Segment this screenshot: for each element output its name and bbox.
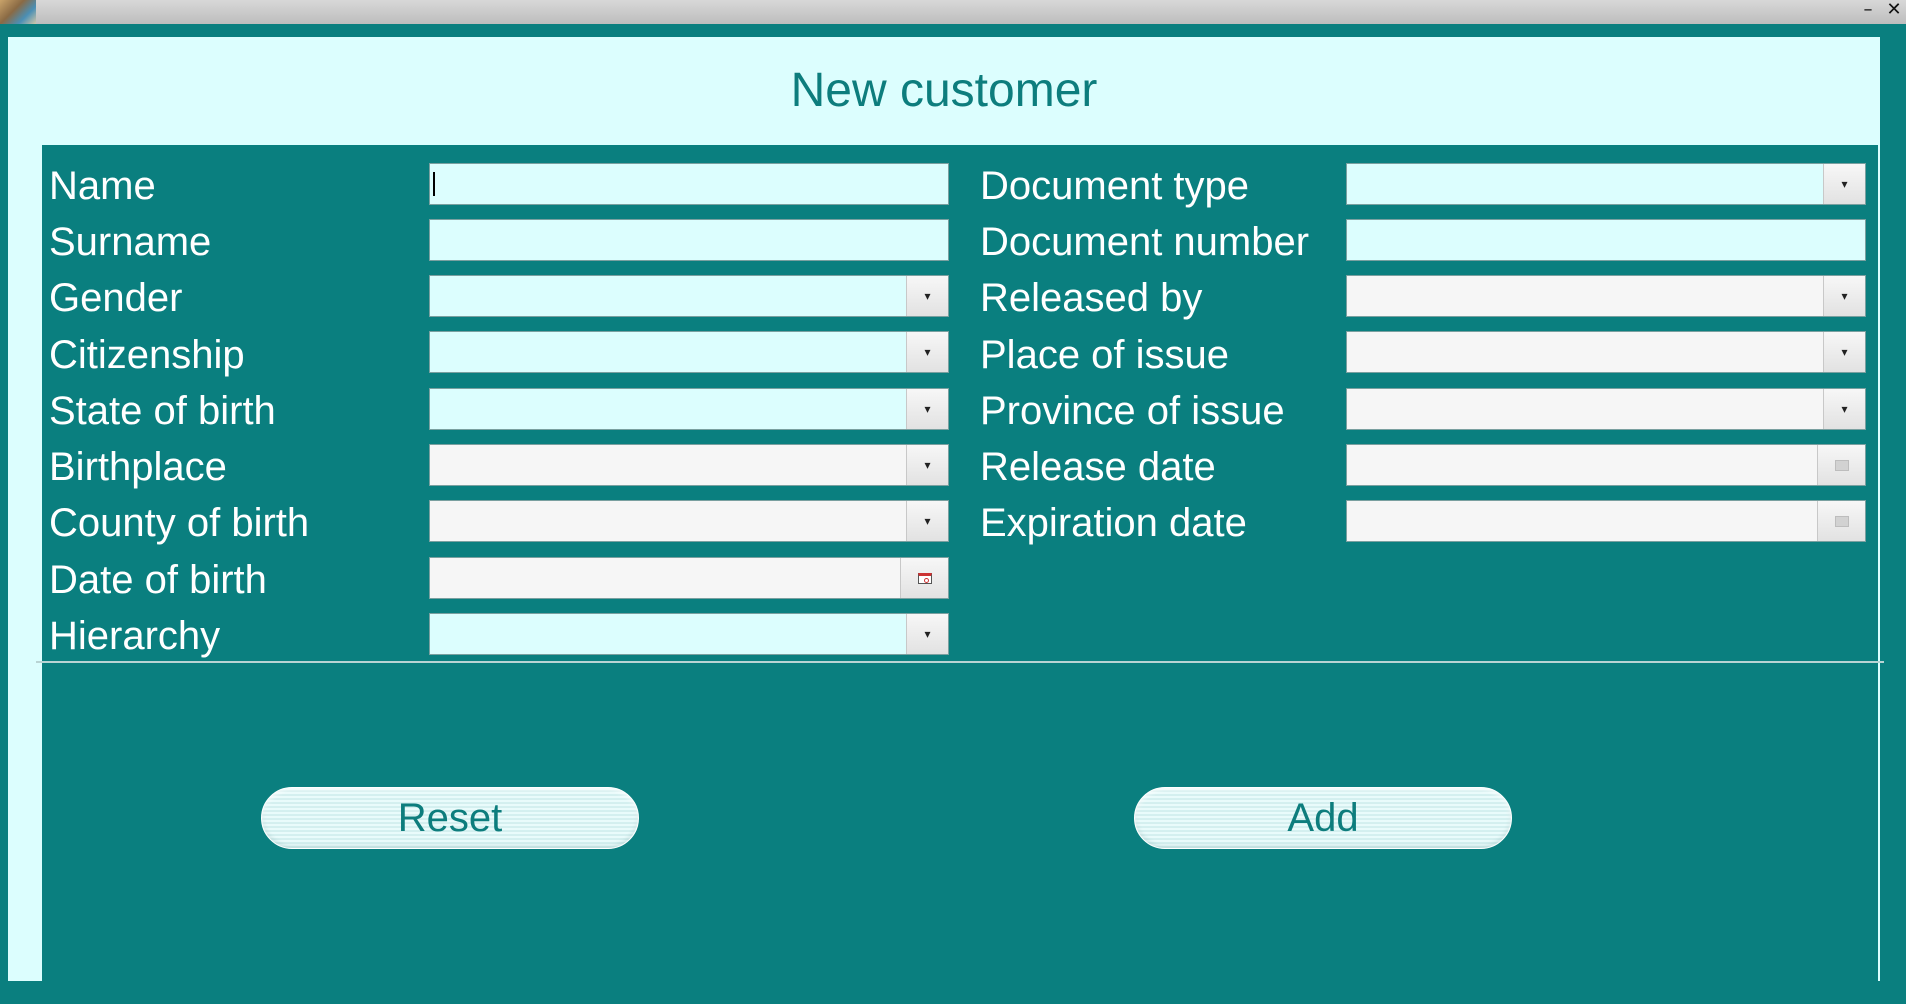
chevron-down-icon[interactable]: ▾ bbox=[1823, 276, 1865, 316]
name-field[interactable] bbox=[429, 163, 949, 205]
calendar-icon[interactable] bbox=[1817, 445, 1865, 485]
state-of-birth-input[interactable] bbox=[430, 389, 948, 429]
state-of-birth-label: State of birth bbox=[49, 389, 276, 433]
released-by-label: Released by bbox=[980, 276, 1203, 320]
chevron-down-icon[interactable]: ▾ bbox=[906, 276, 948, 316]
hierarchy-input[interactable] bbox=[430, 614, 948, 654]
surname-input[interactable] bbox=[430, 220, 948, 260]
minimize-icon[interactable]: – bbox=[1858, 0, 1878, 22]
add-button[interactable]: Add bbox=[1134, 787, 1512, 849]
birthplace-label: Birthplace bbox=[49, 445, 227, 489]
text-caret bbox=[433, 172, 435, 196]
name-label: Name bbox=[49, 164, 156, 208]
gender-label: Gender bbox=[49, 276, 183, 320]
province-of-issue-input[interactable] bbox=[1347, 389, 1865, 429]
document-type-select[interactable]: ▾ bbox=[1346, 163, 1866, 205]
section-divider bbox=[36, 661, 1884, 663]
expiration-date-input[interactable] bbox=[1347, 501, 1865, 541]
chevron-down-icon[interactable]: ▾ bbox=[906, 389, 948, 429]
date-of-birth-input[interactable] bbox=[430, 558, 948, 598]
chevron-down-icon[interactable]: ▾ bbox=[906, 501, 948, 541]
hierarchy-select[interactable]: ▾ bbox=[429, 613, 949, 655]
calendar-icon[interactable] bbox=[1817, 501, 1865, 541]
released-by-select[interactable]: ▾ bbox=[1346, 275, 1866, 317]
birthplace-input[interactable] bbox=[430, 445, 948, 485]
document-type-input[interactable] bbox=[1347, 164, 1865, 204]
window-title-bar: – ✕ bbox=[0, 0, 1906, 24]
place-of-issue-input[interactable] bbox=[1347, 332, 1865, 372]
date-of-birth-label: Date of birth bbox=[49, 558, 267, 602]
form-area bbox=[42, 145, 1878, 981]
chevron-down-icon[interactable]: ▾ bbox=[906, 614, 948, 654]
surname-field[interactable] bbox=[429, 219, 949, 261]
chevron-down-icon[interactable]: ▾ bbox=[906, 445, 948, 485]
chevron-down-icon[interactable]: ▾ bbox=[1823, 332, 1865, 372]
chevron-down-icon[interactable]: ▾ bbox=[1823, 389, 1865, 429]
chevron-down-icon[interactable]: ▾ bbox=[1823, 164, 1865, 204]
calendar-glyph bbox=[1834, 459, 1849, 471]
app-icon bbox=[0, 0, 36, 24]
document-number-label: Document number bbox=[980, 220, 1310, 264]
province-of-issue-select[interactable]: ▾ bbox=[1346, 388, 1866, 430]
county-of-birth-label: County of birth bbox=[49, 501, 310, 545]
released-by-input[interactable] bbox=[1347, 276, 1865, 316]
county-of-birth-input[interactable] bbox=[430, 501, 948, 541]
citizenship-input[interactable] bbox=[430, 332, 948, 372]
chevron-down-icon[interactable]: ▾ bbox=[906, 332, 948, 372]
expiration-date-label: Expiration date bbox=[980, 501, 1247, 545]
place-of-issue-select[interactable]: ▾ bbox=[1346, 331, 1866, 373]
hierarchy-label: Hierarchy bbox=[49, 614, 221, 658]
release-date-picker[interactable] bbox=[1346, 444, 1866, 486]
surname-label: Surname bbox=[49, 220, 212, 264]
citizenship-select[interactable]: ▾ bbox=[429, 331, 949, 373]
citizenship-label: Citizenship bbox=[49, 333, 245, 377]
calendar-icon[interactable] bbox=[900, 558, 948, 598]
release-date-input[interactable] bbox=[1347, 445, 1865, 485]
birthplace-select[interactable]: ▾ bbox=[429, 444, 949, 486]
document-type-label: Document type bbox=[980, 164, 1250, 208]
document-number-field[interactable] bbox=[1346, 219, 1866, 261]
state-of-birth-select[interactable]: ▾ bbox=[429, 388, 949, 430]
expiration-date-picker[interactable] bbox=[1346, 500, 1866, 542]
page-title: New customer bbox=[790, 64, 1098, 117]
province-of-issue-label: Province of issue bbox=[980, 389, 1285, 433]
county-of-birth-select[interactable]: ▾ bbox=[429, 500, 949, 542]
document-number-input[interactable] bbox=[1347, 220, 1865, 260]
calendar-glyph bbox=[1834, 515, 1849, 527]
name-input[interactable] bbox=[430, 164, 948, 204]
reset-button[interactable]: Reset bbox=[261, 787, 639, 849]
release-date-label: Release date bbox=[980, 445, 1216, 489]
gender-select[interactable]: ▾ bbox=[429, 275, 949, 317]
gender-input[interactable] bbox=[430, 276, 948, 316]
place-of-issue-label: Place of issue bbox=[980, 333, 1230, 377]
calendar-glyph bbox=[917, 572, 932, 584]
close-icon[interactable]: ✕ bbox=[1884, 0, 1904, 22]
date-of-birth-picker[interactable] bbox=[429, 557, 949, 599]
